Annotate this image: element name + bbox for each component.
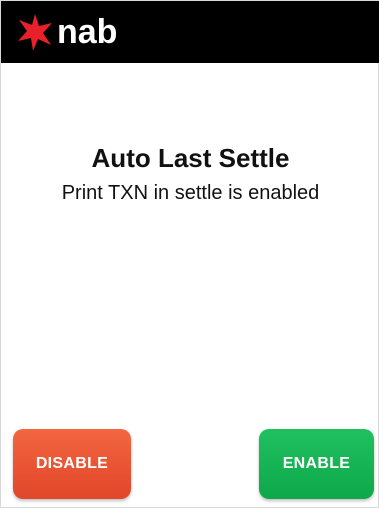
logo-text: nab [57, 13, 118, 51]
disable-button[interactable]: DISABLE [13, 429, 131, 499]
header-bar: nab [1, 1, 379, 63]
nab-logo: nab [15, 11, 117, 53]
enable-button[interactable]: ENABLE [259, 429, 374, 499]
terminal-screen: nab Auto Last Settle Print TXN in settle… [0, 0, 379, 508]
message-area: Auto Last Settle Print TXN in settle is … [1, 141, 379, 207]
star-icon [18, 14, 52, 51]
page-title: Auto Last Settle [91, 143, 290, 173]
status-message: Print TXN in settle is enabled [61, 182, 320, 204]
